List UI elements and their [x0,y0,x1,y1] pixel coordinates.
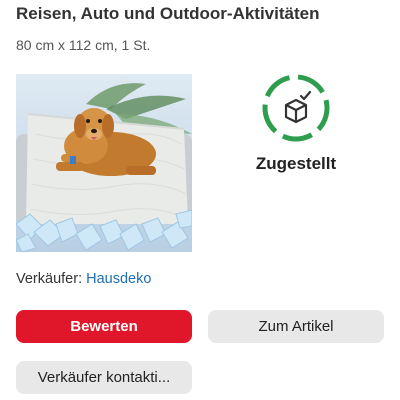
package-delivered-icon [262,74,330,142]
seller-line: Verkäufer: Hausdeko [16,271,151,287]
view-article-button[interactable]: Zum Artikel [208,310,384,343]
seller-prefix: Verkäufer: [16,271,87,287]
contact-seller-button[interactable]: Verkäufer kontakti... [16,361,192,394]
seller-link[interactable]: Hausdeko [86,271,151,287]
product-image[interactable] [16,74,192,252]
product-subtitle: 80 cm x 112 cm, 1 St. [16,37,151,53]
status-label: Zugestellt [255,154,337,173]
dog-on-blanket-photo [16,74,192,252]
delivery-status: Zugestellt [232,72,360,174]
rate-button[interactable]: Bewerten [16,310,192,343]
product-title: Reisen, Auto und Outdoor-Aktivitäten [16,4,320,23]
